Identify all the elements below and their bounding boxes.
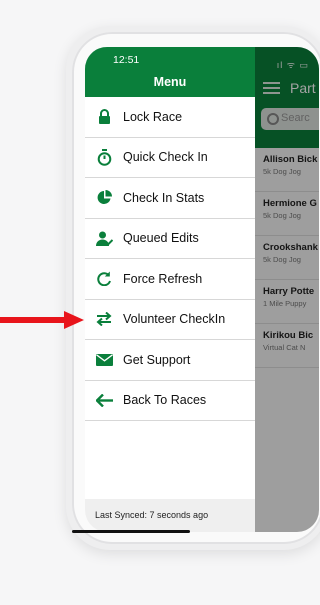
menu-item-queued-edits[interactable]: Queued Edits bbox=[85, 219, 255, 259]
drawer-header: 12:51 Menu bbox=[85, 47, 255, 97]
status-time: 12:51 bbox=[113, 54, 140, 66]
menu-item-lock-race[interactable]: Lock Race bbox=[85, 97, 255, 138]
stopwatch-icon bbox=[85, 148, 123, 166]
envelope-icon bbox=[85, 353, 123, 366]
drawer-title: Menu bbox=[153, 75, 187, 89]
home-indicator bbox=[72, 530, 190, 533]
refresh-icon bbox=[85, 271, 123, 287]
menu-item-check-in-stats[interactable]: Check In Stats bbox=[85, 178, 255, 219]
menu-item-label: Volunteer CheckIn bbox=[123, 312, 226, 327]
lock-icon bbox=[85, 109, 123, 125]
drawer-overlay[interactable] bbox=[255, 47, 319, 532]
menu-item-label: Check In Stats bbox=[123, 190, 205, 205]
user-check-icon bbox=[85, 231, 123, 246]
phone-screen: ıl ᯤ ▭ Part Searc Allison Bick 5k Dog Jo… bbox=[85, 47, 319, 532]
menu-item-back-to-races[interactable]: Back To Races bbox=[85, 381, 255, 421]
menu-item-label: Force Refresh bbox=[123, 271, 203, 286]
annotation-arrow-icon bbox=[0, 311, 84, 329]
menu-item-volunteer-checkin[interactable]: Volunteer CheckIn bbox=[85, 300, 255, 340]
menu-item-label: Queued Edits bbox=[123, 231, 199, 246]
menu-item-get-support[interactable]: Get Support bbox=[85, 340, 255, 381]
pie-chart-icon bbox=[85, 190, 123, 205]
menu-item-label: Get Support bbox=[123, 352, 191, 367]
swap-arrows-icon bbox=[85, 312, 123, 327]
menu-item-label: Back To Races bbox=[123, 393, 207, 408]
menu-item-force-refresh[interactable]: Force Refresh bbox=[85, 259, 255, 300]
menu-item-quick-check-in[interactable]: Quick Check In bbox=[85, 138, 255, 178]
last-synced-text: Last Synced: 7 seconds ago bbox=[95, 510, 209, 520]
menu-item-label: Lock Race bbox=[123, 109, 183, 124]
menu-item-label: Quick Check In bbox=[123, 150, 208, 165]
back-arrow-icon bbox=[85, 393, 123, 407]
drawer-footer: Last Synced: 7 seconds ago bbox=[85, 499, 255, 532]
side-drawer: 12:51 Menu Lock Race Quick Check In Chec… bbox=[85, 47, 255, 532]
